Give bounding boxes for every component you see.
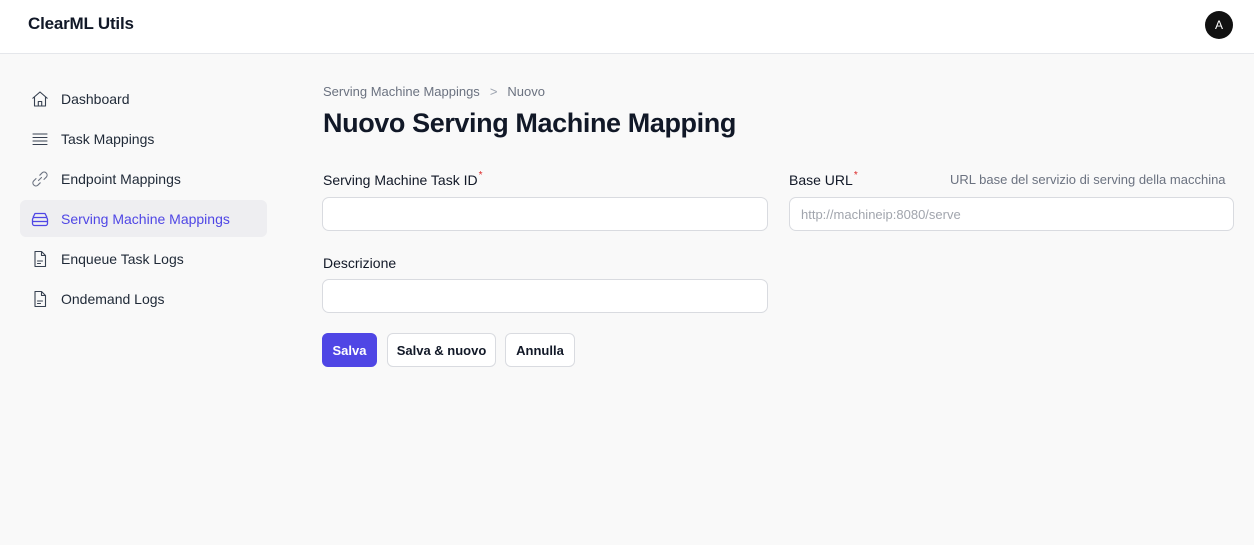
server-icon — [30, 209, 50, 229]
link-icon — [30, 169, 50, 189]
sidebar-item-endpoint-mappings[interactable]: Endpoint Mappings — [20, 160, 267, 197]
task-id-label-text: Serving Machine Task ID — [323, 172, 478, 188]
task-id-label: Serving Machine Task ID* — [323, 170, 483, 188]
breadcrumb-parent-link[interactable]: Serving Machine Mappings — [323, 84, 480, 99]
base-url-label: Base URL* — [789, 170, 858, 188]
list-icon — [30, 129, 50, 149]
document-icon — [30, 249, 50, 269]
document-icon — [30, 289, 50, 309]
app-title[interactable]: ClearML Utils — [28, 14, 134, 34]
home-icon — [30, 89, 50, 109]
base-url-label-text: Base URL — [789, 172, 853, 188]
sidebar-item-label: Endpoint Mappings — [61, 170, 181, 187]
required-marker: * — [478, 170, 483, 181]
description-input[interactable] — [322, 279, 768, 313]
user-avatar[interactable]: A — [1205, 11, 1233, 39]
breadcrumb: Serving Machine Mappings > Nuovo — [323, 84, 545, 99]
sidebar-item-label: Enqueue Task Logs — [61, 250, 184, 267]
description-label-text: Descrizione — [323, 255, 397, 271]
breadcrumb-current: Nuovo — [507, 84, 545, 99]
task-id-input[interactable] — [322, 197, 768, 231]
save-button[interactable]: Salva — [322, 333, 377, 367]
save-and-new-button[interactable]: Salva & nuovo — [387, 333, 496, 367]
page-title: Nuovo Serving Machine Mapping — [323, 108, 736, 138]
top-bar: ClearML Utils A — [0, 0, 1254, 54]
sidebar-item-dashboard[interactable]: Dashboard — [20, 80, 267, 117]
required-marker: * — [853, 170, 858, 181]
sidebar-item-ondemand-logs[interactable]: Ondemand Logs — [20, 280, 267, 317]
sidebar-item-label: Serving Machine Mappings — [61, 210, 230, 227]
sidebar-nav: Dashboard Task Mappings Endpoint Mapping… — [20, 80, 267, 320]
base-url-input[interactable] — [789, 197, 1234, 231]
breadcrumb-separator: > — [489, 84, 498, 99]
description-label: Descrizione — [323, 255, 396, 271]
sidebar-item-label: Dashboard — [61, 90, 130, 107]
sidebar-item-enqueue-task-logs[interactable]: Enqueue Task Logs — [20, 240, 267, 277]
cancel-button[interactable]: Annulla — [505, 333, 575, 367]
sidebar-item-task-mappings[interactable]: Task Mappings — [20, 120, 267, 157]
sidebar-item-serving-machine-mappings[interactable]: Serving Machine Mappings — [20, 200, 267, 237]
sidebar-item-label: Ondemand Logs — [61, 290, 165, 307]
base-url-hint: URL base del servizio di serving della m… — [950, 172, 1226, 187]
sidebar-item-label: Task Mappings — [61, 130, 155, 147]
